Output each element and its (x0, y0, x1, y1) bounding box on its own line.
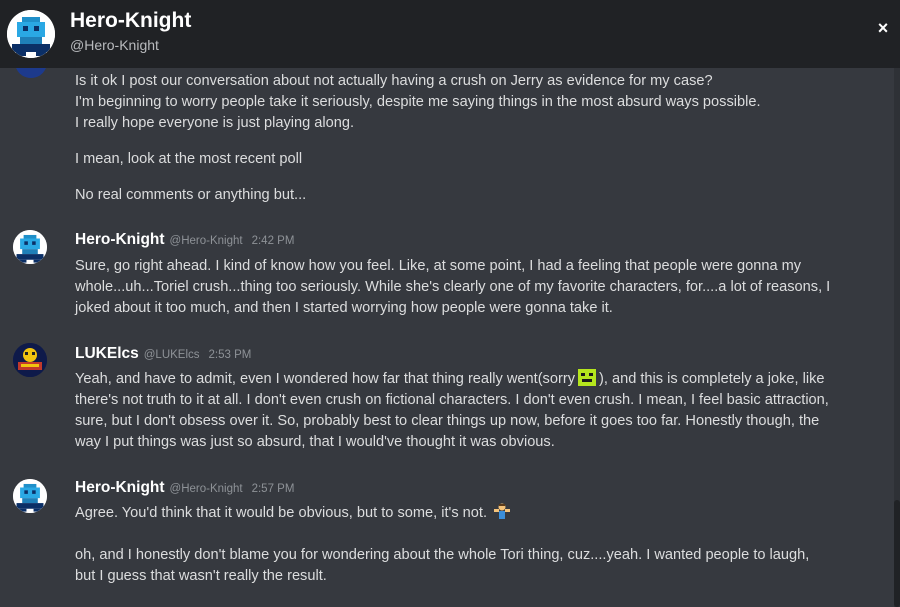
message-line: joked about it too much, and then I star… (75, 300, 613, 316)
message-text: ), and this is completely a joke, like (599, 371, 825, 387)
message-text: Agree. You'd think that it would be obvi… (75, 505, 488, 521)
luke-avatar-icon (15, 68, 47, 78)
timestamp: 2:42 PM (251, 235, 295, 247)
message-line: Sure, go right ahead. I kind of know how… (75, 258, 802, 274)
scrollbar-thumb[interactable] (894, 500, 900, 607)
timestamp: 2:57 PM (251, 483, 295, 495)
close-icon[interactable]: × (874, 19, 892, 37)
header-handle: @Hero-Knight (70, 37, 159, 53)
profile-header: Hero-Knight @Hero-Knight × (0, 0, 900, 68)
message-line: Is it ok I post our conversation about n… (75, 73, 713, 89)
header-avatar[interactable] (7, 10, 55, 58)
luke-avatar-icon (13, 343, 47, 377)
message-line: Agree. You'd think that it would be obvi… (75, 503, 885, 524)
message-list: Is it ok I post our conversation about n… (0, 68, 900, 607)
message-line: No real comments or anything but... (75, 187, 307, 203)
custom-emoji-icon (578, 369, 596, 386)
message-line: there's not truth to it at all. I don't … (75, 392, 829, 408)
author-name[interactable]: Hero-Knight (75, 479, 165, 497)
message-line: whole...uh...Toriel crush...thing too se… (75, 279, 831, 295)
message-line: Yeah, and have to admit, even I wondered… (75, 369, 885, 390)
knight-avatar-icon (13, 230, 47, 264)
message-line: I'm beginning to worry people take it se… (75, 94, 761, 110)
avatar[interactable] (13, 230, 47, 264)
message-text: Yeah, and have to admit, even I wondered… (75, 371, 575, 387)
author-handle: @LUKElcs (143, 349, 200, 361)
author-name[interactable]: LUKElcs (75, 345, 139, 363)
message-header: Hero-Knight @Hero-Knight 2:57 PM (75, 479, 294, 499)
avatar[interactable] (13, 343, 47, 377)
avatar[interactable] (13, 479, 47, 513)
message-line: way I put things was just so absurd, tha… (75, 434, 555, 450)
message-line: I mean, look at the most recent poll (75, 151, 303, 167)
message-line: but I guess that wasn't really the resul… (75, 568, 327, 584)
timestamp: 2:53 PM (208, 349, 252, 361)
header-username: Hero-Knight (70, 9, 192, 32)
knight-avatar-icon (7, 10, 55, 58)
knight-avatar-icon (13, 479, 47, 513)
partial-avatar (15, 68, 47, 78)
author-handle: @Hero-Knight (169, 235, 243, 247)
author-handle: @Hero-Knight (169, 483, 243, 495)
shrug-emoji-icon (493, 503, 511, 520)
author-name[interactable]: Hero-Knight (75, 231, 165, 249)
message-line: I really hope everyone is just playing a… (75, 115, 355, 131)
message-line: oh, and I honestly don't blame you for w… (75, 547, 810, 563)
message-header: Hero-Knight @Hero-Knight 2:42 PM (75, 231, 294, 251)
message-header: LUKElcs @LUKElcs 2:53 PM (75, 345, 251, 365)
message-line: sure, but I don't obsess over it. So, pr… (75, 413, 820, 429)
